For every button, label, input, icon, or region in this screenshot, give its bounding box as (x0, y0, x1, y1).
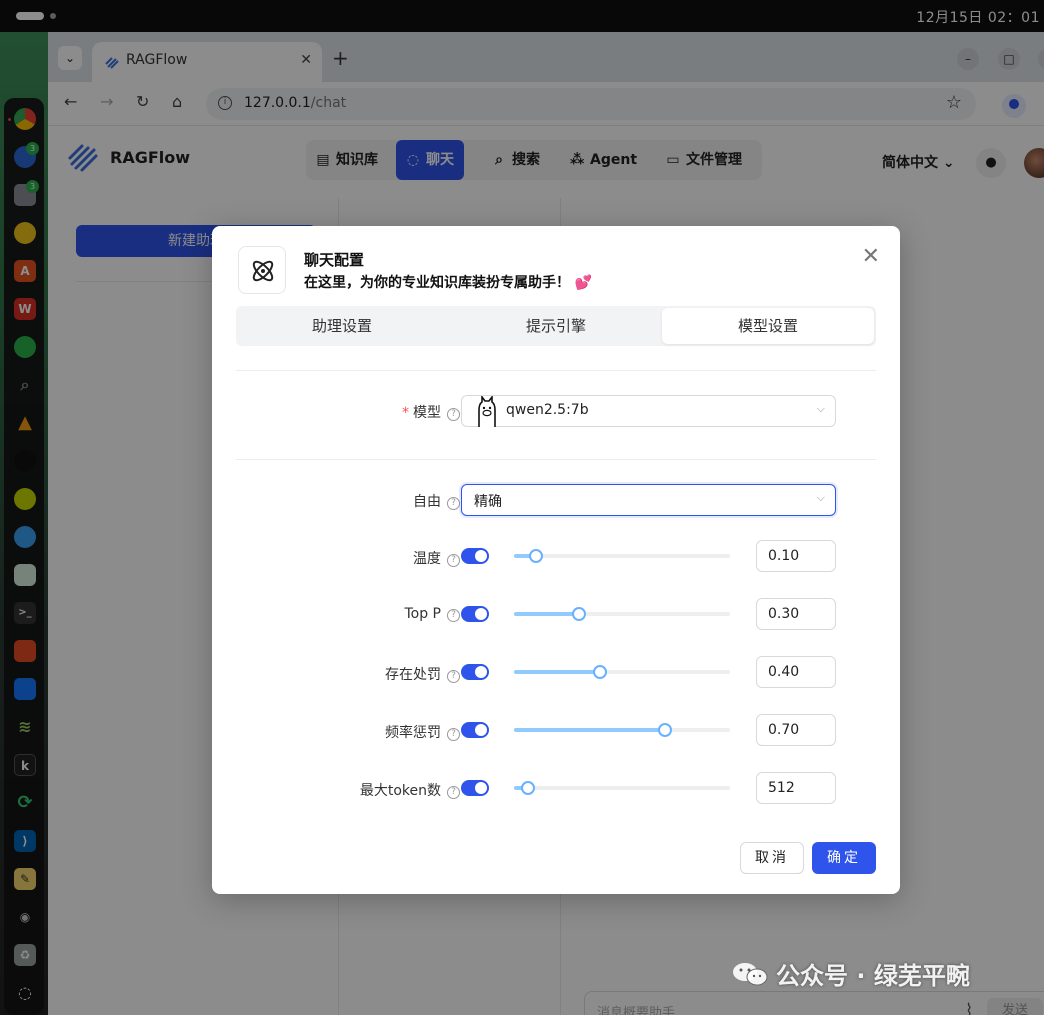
slider-handle[interactable] (658, 723, 672, 737)
param-toggle[interactable] (461, 548, 489, 564)
wechat-logo-icon (733, 963, 768, 986)
param-label: 最大token数? (360, 780, 460, 800)
param-toggle[interactable] (461, 664, 489, 680)
model-label-text: 模型 (413, 405, 441, 421)
divider (236, 459, 876, 460)
param-number-input[interactable]: 0.30 (756, 598, 836, 630)
help-icon[interactable]: ? (447, 670, 460, 683)
param-toggle[interactable] (461, 722, 489, 738)
model-label: * 模型? (402, 402, 460, 422)
help-icon[interactable]: ? (447, 728, 460, 741)
param-slider[interactable] (514, 607, 730, 621)
chat-config-modal: 聊天配置 在这里，为你的专业知识库装扮专属助手！ 💕 ✕ 助理设置 提示引擎 模… (212, 226, 900, 894)
divider (236, 370, 876, 371)
param-label-text: 温度 (413, 551, 441, 567)
chevron-down-icon: ⌵ (816, 402, 825, 415)
param-number-input[interactable]: 0.40 (756, 656, 836, 688)
ollama-llama-icon (478, 396, 496, 427)
param-label: Top P? (404, 606, 460, 622)
param-number-input[interactable]: 0.70 (756, 714, 836, 746)
param-label-text: 最大token数 (359, 783, 441, 799)
param-slider[interactable] (514, 549, 730, 563)
help-icon[interactable]: ? (447, 554, 460, 567)
config-tabs: 助理设置 提示引擎 模型设置 (236, 306, 876, 346)
cancel-button[interactable]: 取消 (740, 842, 804, 874)
slider-fill (514, 670, 600, 674)
model-value: qwen2.5:7b (506, 402, 589, 418)
atom-icon (252, 260, 274, 282)
slider-handle[interactable] (572, 607, 586, 621)
modal-title: 聊天配置 (304, 251, 365, 269)
freedom-select[interactable]: 精确 ⌵ (461, 484, 836, 516)
slider-fill (514, 612, 579, 616)
watermark-text: 公众号 · 绿芜平畹 (776, 962, 970, 990)
param-toggle[interactable] (461, 780, 489, 796)
param-number-input[interactable]: 0.10 (756, 540, 836, 572)
param-label: 频率惩罚? (385, 722, 460, 742)
param-number-input[interactable]: 512 (756, 772, 836, 804)
help-icon[interactable]: ? (447, 786, 460, 799)
confirm-button[interactable]: 确定 (812, 842, 876, 874)
tab-prompt-engine[interactable]: 提示引擎 (450, 306, 662, 346)
param-label-text: Top P (404, 606, 441, 622)
param-label: 温度? (413, 548, 460, 568)
freedom-value: 精确 (474, 494, 502, 510)
param-label: 存在处罚? (385, 664, 460, 684)
param-label-text: 存在处罚 (385, 667, 441, 683)
modal-subtitle: 在这里，为你的专业知识库装扮专属助手！ 💕 (304, 275, 593, 291)
assistant-config-icon (238, 246, 286, 294)
freedom-label-text: 自由 (413, 494, 441, 510)
tab-assistant-settings[interactable]: 助理设置 (236, 306, 448, 346)
required-mark: * (402, 405, 409, 421)
slider-handle[interactable] (521, 781, 535, 795)
param-slider[interactable] (514, 723, 730, 737)
chevron-down-icon: ⌵ (816, 491, 825, 504)
param-slider[interactable] (514, 781, 730, 795)
slider-handle[interactable] (593, 665, 607, 679)
freedom-label: 自由? (413, 491, 460, 511)
help-icon[interactable]: ? (447, 408, 460, 421)
slider-fill (514, 728, 665, 732)
close-icon[interactable]: ✕ (862, 244, 880, 269)
tab-model-settings[interactable]: 模型设置 (662, 308, 874, 344)
slider-handle[interactable] (529, 549, 543, 563)
help-icon[interactable]: ? (447, 497, 460, 510)
param-toggle[interactable] (461, 606, 489, 622)
watermark: 公众号 · 绿芜平畹 (730, 956, 970, 991)
param-slider[interactable] (514, 665, 730, 679)
param-label-text: 频率惩罚 (385, 725, 441, 741)
model-select[interactable]: qwen2.5:7b ⌵ (461, 395, 836, 427)
help-icon[interactable]: ? (447, 609, 460, 622)
